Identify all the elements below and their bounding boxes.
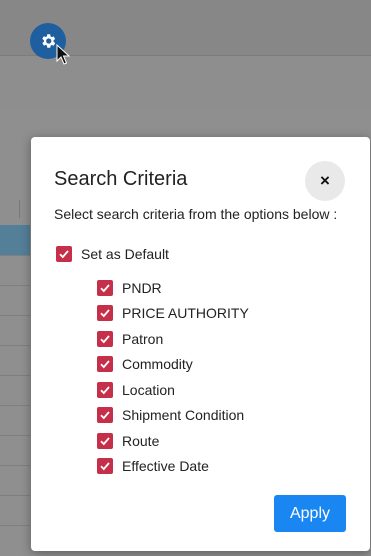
set-as-default-checkbox[interactable] xyxy=(56,246,72,262)
table-row-divider xyxy=(0,405,30,406)
criteria-option-commodity[interactable]: Commodity xyxy=(97,356,193,372)
checkmark-icon xyxy=(100,284,110,293)
criteria-checkbox[interactable] xyxy=(97,331,113,347)
dialog-title: Search Criteria xyxy=(54,168,188,190)
checkmark-icon xyxy=(100,360,110,369)
column-divider xyxy=(19,200,20,218)
gear-icon xyxy=(42,34,56,48)
table-row-divider xyxy=(0,315,30,316)
checkmark-icon xyxy=(100,386,110,395)
checkbox-label: Route xyxy=(122,433,160,449)
table-row-divider xyxy=(0,255,30,256)
checkmark-icon xyxy=(100,437,110,446)
table-row-divider xyxy=(0,345,30,346)
table-row-divider xyxy=(0,285,30,286)
checkmark-icon xyxy=(100,335,110,344)
criteria-option-pndr[interactable]: PNDR xyxy=(97,280,162,296)
table-row-divider xyxy=(0,525,30,526)
table-row-divider xyxy=(0,375,30,376)
dialog-subtitle: Select search criteria from the options … xyxy=(54,206,338,222)
criteria-checkbox[interactable] xyxy=(97,407,113,423)
criteria-option-route[interactable]: Route xyxy=(97,433,159,449)
checkmark-icon xyxy=(59,250,69,259)
criteria-option-location[interactable]: Location xyxy=(97,382,175,398)
apply-button[interactable]: Apply xyxy=(274,495,346,532)
criteria-option-patron[interactable]: Patron xyxy=(97,331,163,347)
criteria-checkbox[interactable] xyxy=(97,305,113,321)
table-row-divider xyxy=(0,495,30,496)
checkmark-icon xyxy=(100,411,110,420)
checkmark-icon xyxy=(100,462,110,471)
checkbox-label: Patron xyxy=(122,331,164,347)
search-criteria-dialog: Search Criteria × Select search criteria… xyxy=(31,137,370,551)
checkmark-icon xyxy=(100,309,110,318)
criteria-checkbox[interactable] xyxy=(97,433,113,449)
criteria-option-effective-date[interactable]: Effective Date xyxy=(97,458,209,474)
close-button[interactable]: × xyxy=(305,161,345,201)
criteria-option-shipment-condition[interactable]: Shipment Condition xyxy=(97,407,244,423)
close-icon: × xyxy=(320,171,330,190)
criteria-checkbox[interactable] xyxy=(97,356,113,372)
checkbox-label: Effective Date xyxy=(122,458,209,474)
criteria-option-price-authority[interactable]: PRICE AUTHORITY xyxy=(97,305,249,321)
criteria-checkbox[interactable] xyxy=(97,280,113,296)
checkbox-label: Location xyxy=(122,382,175,398)
checkbox-label: Commodity xyxy=(122,356,193,372)
checkbox-label: Set as Default xyxy=(81,246,169,262)
table-row-divider xyxy=(0,465,30,466)
set-as-default-option[interactable]: Set as Default xyxy=(56,246,169,262)
checkbox-label: PRICE AUTHORITY xyxy=(122,305,249,321)
mouse-cursor-icon xyxy=(56,44,71,65)
checkbox-label: Shipment Condition xyxy=(122,407,245,423)
checkbox-label: PNDR xyxy=(122,280,162,296)
criteria-checkbox[interactable] xyxy=(97,458,113,474)
criteria-checkbox[interactable] xyxy=(97,382,113,398)
selected-table-row[interactable] xyxy=(0,225,30,255)
table-row-divider xyxy=(0,435,30,436)
